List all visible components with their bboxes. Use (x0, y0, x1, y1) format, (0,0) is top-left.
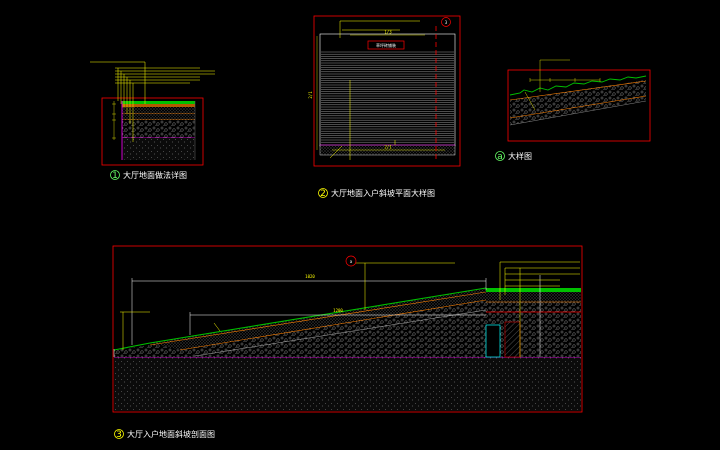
detail-1-number: 1 (112, 171, 118, 181)
detail-2-red-sign-text: 草坪砖铺装 (376, 42, 396, 48)
detail-3-dim-upper: 1020 (305, 274, 315, 279)
detail-a-enlarged: a 大样图 (495, 59, 651, 162)
detail-3-subsoil (114, 357, 581, 411)
detail-2-dim-side: 2/1 (308, 91, 313, 99)
detail-2-title: 大厅地面入户斜坡平面大样图 (331, 188, 435, 198)
detail-3-retaining-wall (485, 324, 501, 358)
detail-3-title: 大厅入户地面斜坡剖面图 (127, 429, 215, 439)
cad-drawing-canvas: 1 大厅地面做法详图 1/3 2/1 2/1 草坪砖铺装 3 2 大厅地面入户斜… (90, 15, 651, 440)
detail-2-grass-paver-stripes (321, 51, 454, 143)
detail-3-dim-lower: 1200 (333, 308, 343, 313)
detail-2-dim-bottom: 2/1 (384, 145, 392, 150)
detail-2-ramp-plan: 1/3 2/1 2/1 草坪砖铺装 3 2 大厅地面入户斜坡平面大样图 (308, 15, 461, 199)
detail-a-title: 大样图 (508, 151, 532, 161)
detail-3-number: 3 (116, 430, 122, 440)
detail-2-frame (313, 15, 461, 167)
detail-3-ramp-section: 1020 1200 a 3 大厅入户地面斜坡剖面图 (112, 245, 583, 440)
detail-a-gravel-layer (510, 80, 646, 125)
detail-3-foundation (504, 321, 521, 358)
detail-1-title: 大厅地面做法详图 (123, 170, 187, 180)
detail-a-number: a (497, 152, 503, 162)
detail-1-floor-construction: 1 大厅地面做法详图 (90, 61, 215, 181)
detail-2-number: 2 (320, 189, 326, 199)
